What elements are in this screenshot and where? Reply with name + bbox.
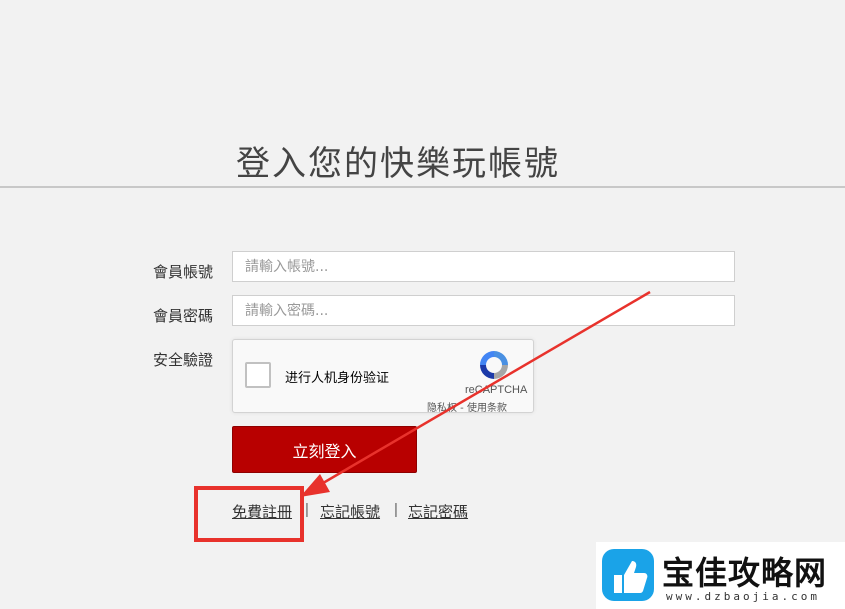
title-divider bbox=[0, 186, 845, 188]
recaptcha-checkbox[interactable] bbox=[245, 362, 271, 388]
watermark-url: www.dzbaojia.com bbox=[666, 590, 820, 603]
link-separator: | bbox=[305, 501, 309, 518]
recaptcha-widget: 进行人机身份验证 reCAPTCHA 隐私权 - 使用条款 bbox=[232, 339, 534, 414]
password-label: 會員密碼 bbox=[153, 307, 214, 325]
thumbs-up-logo-icon bbox=[602, 549, 654, 601]
link-separator: | bbox=[394, 501, 398, 518]
forgot-password-link[interactable]: 忘記密碼 bbox=[408, 501, 468, 522]
recaptcha-checkbox-label: 进行人机身份验证 bbox=[285, 371, 390, 386]
highlight-box bbox=[194, 486, 304, 542]
login-button[interactable]: 立刻登入 bbox=[232, 426, 417, 473]
password-input[interactable] bbox=[232, 295, 735, 326]
account-input[interactable] bbox=[232, 251, 735, 282]
page-title: 登入您的快樂玩帳號 bbox=[236, 144, 560, 184]
watermark-name: 宝佳攻略网 bbox=[662, 554, 828, 592]
captcha-label: 安全驗證 bbox=[153, 351, 214, 369]
forgot-account-link[interactable]: 忘記帳號 bbox=[320, 501, 380, 522]
watermark: 宝佳攻略网 www.dzbaojia.com bbox=[596, 542, 845, 609]
account-label: 會員帳號 bbox=[153, 263, 214, 281]
recaptcha-brand: reCAPTCHA bbox=[465, 384, 528, 396]
recaptcha-logo-icon bbox=[480, 351, 508, 379]
recaptcha-privacy-terms-link[interactable]: 隐私权 - 使用条款 bbox=[427, 399, 507, 414]
